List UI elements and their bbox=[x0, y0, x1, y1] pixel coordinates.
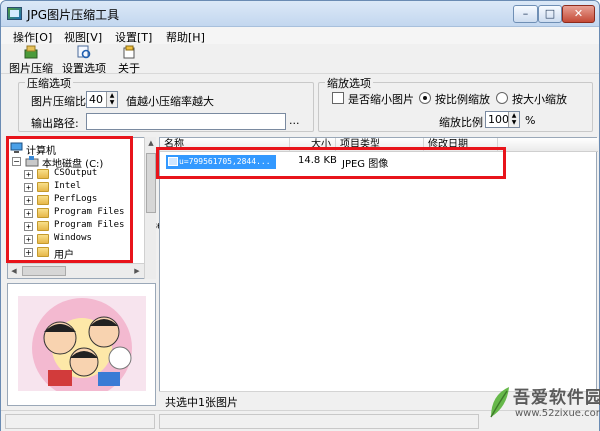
shrink-checkbox-label: 是否缩小图片 bbox=[348, 93, 414, 106]
scaling-group: 缩放选项 是否缩小图片 按比例缩放 按大小缩放 缩放比例 100 ▲ ▼ % bbox=[318, 75, 593, 132]
compression-group: 压缩选项 图片压缩比 40 ▲ ▼ 值越小压缩率越大 输出路径: ... bbox=[18, 75, 314, 132]
watermark: 吾爱软件园 www.52zixue.com bbox=[487, 381, 600, 429]
proportional-radio-label: 按比例缩放 bbox=[435, 93, 490, 106]
preview-image bbox=[18, 296, 146, 391]
tree-horizontal-scrollbar[interactable]: ◀ ▶ bbox=[8, 263, 144, 278]
scale-ratio-spinner[interactable]: 100 ▲ ▼ bbox=[485, 111, 520, 128]
file-highlight-box bbox=[156, 147, 506, 179]
about-icon bbox=[123, 45, 135, 59]
fixed-size-radio[interactable] bbox=[496, 92, 508, 104]
about-label: 关于 bbox=[118, 62, 140, 75]
title-bar[interactable]: JPG图片压缩工具 – □ ✕ bbox=[1, 1, 599, 27]
app-window: JPG图片压缩工具 – □ ✕ 操作[O] 视图[V] 设置[T] 帮助[H] … bbox=[0, 0, 600, 431]
window-title: JPG图片压缩工具 bbox=[27, 8, 120, 22]
compress-icon bbox=[24, 45, 38, 59]
watermark-url: www.52zixue.com bbox=[515, 408, 600, 419]
compression-ratio-value: 40 bbox=[89, 93, 103, 106]
tree-vertical-scrollbar[interactable]: ▲ bbox=[144, 137, 156, 279]
compression-ratio-spinner[interactable]: 40 ▲ ▼ bbox=[86, 91, 118, 108]
menu-help[interactable]: 帮助[H] bbox=[166, 29, 205, 45]
toolbar: 图片压缩 设置选项 关于 bbox=[1, 44, 599, 75]
scale-spinner-arrows-icon[interactable]: ▲ ▼ bbox=[508, 112, 519, 127]
status-segment-1 bbox=[5, 414, 155, 429]
maximize-button[interactable]: □ bbox=[538, 5, 562, 23]
compression-group-title: 压缩选项 bbox=[25, 75, 73, 91]
fixed-size-radio-label: 按大小缩放 bbox=[512, 93, 567, 106]
selection-status-text: 共选中1张图片 bbox=[165, 396, 238, 409]
menu-bar: 操作[O] 视图[V] 设置[T] 帮助[H] bbox=[1, 27, 599, 44]
image-preview bbox=[7, 283, 156, 406]
scale-ratio-unit: % bbox=[525, 114, 536, 127]
scale-ratio-value: 100 bbox=[488, 113, 509, 126]
output-path-input[interactable] bbox=[86, 113, 286, 130]
settings-label: 设置选项 bbox=[62, 62, 106, 75]
compress-label: 图片压缩 bbox=[9, 62, 53, 75]
shrink-checkbox[interactable] bbox=[332, 92, 344, 104]
column-header-filler bbox=[498, 138, 598, 152]
tree-highlight-box bbox=[6, 136, 133, 263]
close-button[interactable]: ✕ bbox=[562, 5, 595, 23]
settings-button[interactable]: 设置选项 bbox=[59, 44, 109, 75]
compression-ratio-label: 图片压缩比 bbox=[31, 95, 86, 108]
settings-icon bbox=[77, 45, 91, 59]
about-button[interactable]: 关于 bbox=[113, 44, 145, 75]
menu-settings[interactable]: 设置[T] bbox=[115, 29, 152, 45]
menu-view[interactable]: 视图[V] bbox=[64, 29, 102, 45]
scaling-group-title: 缩放选项 bbox=[325, 75, 373, 91]
compress-button[interactable]: 图片压缩 bbox=[5, 44, 57, 75]
compression-ratio-hint: 值越小压缩率越大 bbox=[126, 95, 214, 108]
menu-operate[interactable]: 操作[O] bbox=[13, 29, 52, 45]
browse-button[interactable]: ... bbox=[289, 114, 300, 127]
tree-hscroll-thumb[interactable] bbox=[22, 266, 66, 276]
minimize-button[interactable]: – bbox=[513, 5, 538, 23]
proportional-radio[interactable] bbox=[419, 92, 431, 104]
scroll-right-icon[interactable]: ▶ bbox=[131, 265, 143, 277]
watermark-leaf-icon bbox=[490, 387, 509, 418]
app-icon bbox=[7, 7, 22, 20]
scale-ratio-label: 缩放比例 bbox=[439, 116, 483, 129]
status-segment-2 bbox=[159, 414, 479, 429]
spinner-arrows-icon[interactable]: ▲ ▼ bbox=[106, 92, 117, 107]
watermark-title: 吾爱软件园 bbox=[513, 388, 600, 408]
output-path-label: 输出路径: bbox=[31, 117, 79, 130]
scroll-left-icon[interactable]: ◀ bbox=[8, 265, 20, 277]
tree-vscroll-thumb[interactable] bbox=[146, 153, 156, 213]
